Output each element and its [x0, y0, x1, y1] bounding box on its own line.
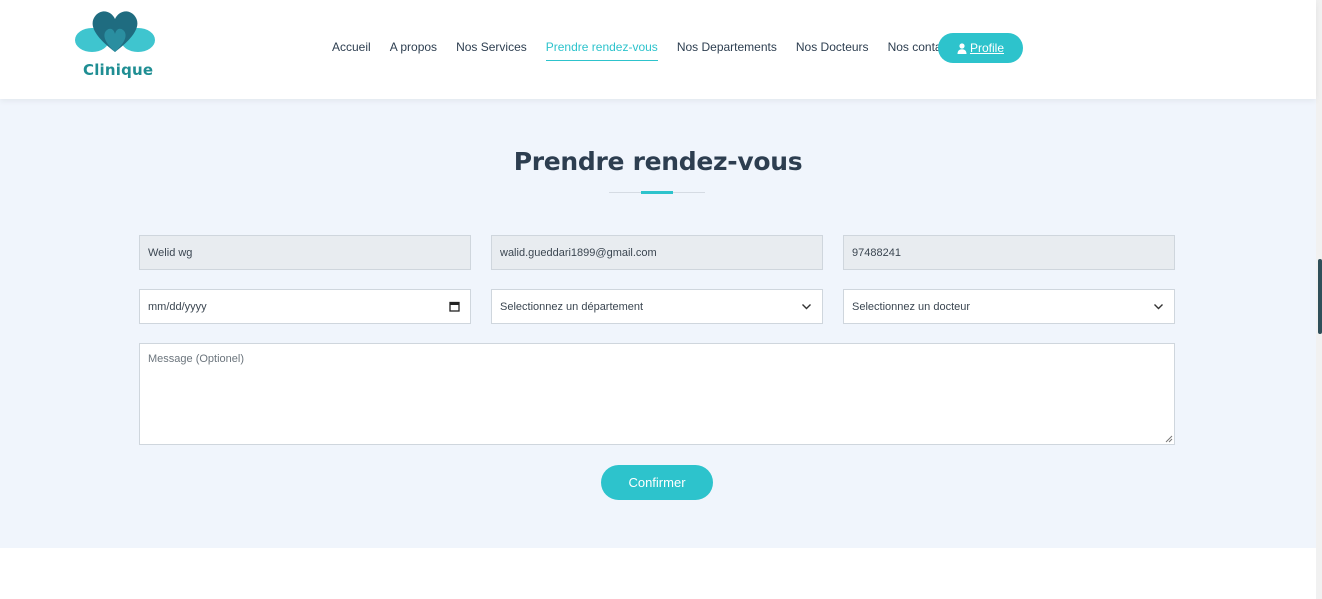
user-icon	[957, 42, 967, 54]
email-field[interactable]: walid.gueddari1899@gmail.com	[491, 235, 823, 270]
nav-item-nos-docteurs[interactable]: Nos Docteurs	[796, 36, 869, 58]
logo-text: Clinique	[83, 61, 154, 79]
department-select-value: Selectionnez un département	[500, 300, 644, 313]
email-field-value: walid.gueddari1899@gmail.com	[500, 246, 657, 259]
confirm-button-label: Confirmer	[628, 475, 686, 490]
page-title: Prendre rendez-vous	[513, 147, 803, 176]
department-select[interactable]: Selectionnez un département	[491, 289, 823, 324]
doctor-select-value: Selectionnez un docteur	[852, 300, 971, 313]
nav-item-nos-services[interactable]: Nos Services	[456, 36, 527, 58]
appointment-section: Prendre rendez-vous Welid wg walid.guedd…	[0, 99, 1316, 548]
nav-item-prendre-rendez-vous[interactable]: Prendre rendez-vous	[545, 36, 658, 61]
resize-grip-icon[interactable]	[1165, 435, 1173, 443]
nav-item-nos-departements[interactable]: Nos Departements	[677, 36, 777, 58]
phone-field[interactable]: 97488241	[843, 235, 1175, 270]
main-nav: Accueil A propos Nos Services Prendre re…	[332, 36, 976, 62]
chevron-down-icon	[1154, 304, 1163, 310]
phone-field-value: 97488241	[852, 246, 901, 259]
nav-item-accueil[interactable]: Accueil	[332, 36, 371, 58]
name-field-value: Welid wg	[148, 246, 193, 259]
title-divider-accent	[641, 191, 673, 194]
chevron-down-icon	[802, 304, 811, 310]
nav-item-a-propos[interactable]: A propos	[390, 36, 437, 58]
date-field[interactable]: mm/dd/yyyy	[139, 289, 471, 324]
scrollbar-thumb[interactable]	[1318, 259, 1322, 334]
date-field-placeholder: mm/dd/yyyy	[148, 300, 207, 313]
site-header: Clinique Accueil A propos Nos Services P…	[0, 0, 1316, 99]
profile-button-label: Profile	[969, 41, 1004, 55]
doctor-select[interactable]: Selectionnez un docteur	[843, 289, 1175, 324]
calendar-icon[interactable]	[449, 301, 460, 312]
profile-button[interactable]: Profile	[938, 33, 1023, 63]
name-field[interactable]: Welid wg	[139, 235, 471, 270]
clinic-logo[interactable]: Clinique	[72, 6, 158, 82]
confirm-button[interactable]: Confirmer	[601, 465, 713, 500]
heart-logo-icon	[75, 11, 155, 52]
message-textarea[interactable]: Message (Optionel)	[139, 343, 1175, 445]
message-textarea-placeholder: Message (Optionel)	[148, 353, 244, 365]
